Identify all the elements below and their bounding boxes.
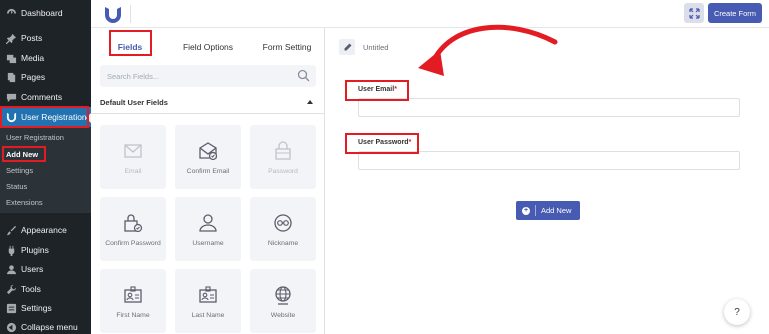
field-card-confirm-email[interactable]: Confirm Email [175,125,241,189]
user-email-input[interactable] [358,98,740,117]
form-title[interactable]: Untitled [363,43,388,52]
help-button[interactable]: ? [724,299,750,325]
field-card-username[interactable]: Username [175,197,241,261]
tab-field-options[interactable]: Field Options [173,36,243,58]
topbar-divider [130,5,131,23]
field-label: Email [124,167,142,175]
menu-item-posts[interactable]: Posts [0,28,91,48]
submenu-item-extensions[interactable]: Extensions [6,198,43,207]
users-icon [5,263,17,275]
user-icon [199,213,217,232]
highlight-fields-tab [109,30,152,56]
envelope-icon [124,143,142,158]
search-fields-input[interactable]: Search Fields... [100,65,316,87]
field-card-email[interactable]: Email [100,125,166,189]
menu-label: Appearance [21,225,67,235]
envelope-check-icon [199,141,218,160]
menu-item-collapse[interactable]: Collapse menu [0,317,91,334]
field-label: Website [270,311,296,319]
brush-icon [5,224,17,236]
menu-label: Dashboard [21,8,63,18]
media-icon [5,52,17,64]
pages-icon [5,71,17,83]
edit-title-button[interactable] [339,39,355,55]
menu-item-comments[interactable]: Comments [0,87,91,107]
menu-label: Settings [21,303,52,313]
menu-item-tools[interactable]: Tools [0,279,91,299]
menu-item-dashboard[interactable]: Dashboard [0,3,91,23]
menu-label: Users [21,264,44,274]
field-label: Password [268,167,298,175]
menu-label: Collapse menu [21,322,78,332]
menu-label: Comments [21,92,63,102]
menu-item-users[interactable]: Users [0,259,91,279]
section-title-default-user-fields: Default User Fields [100,98,168,107]
glasses-icon [274,213,292,232]
submenu-item-user-registration[interactable]: User Registration [6,133,64,142]
pencil-icon [344,43,351,50]
search-placeholder: Search Fields... [107,72,160,81]
field-label: Nickname [267,239,299,247]
submenu-item-settings[interactable]: Settings [6,166,33,175]
submenu-item-status[interactable]: Status [6,182,27,191]
wp-admin-sidebar: Dashboard Posts Media Pages Comments Use… [0,0,91,334]
fullscreen-button[interactable] [684,3,704,23]
id-card-icon [199,285,217,303]
plug-icon [5,244,17,256]
create-form-button[interactable]: Create Form [708,3,762,23]
highlight-user-password-label [345,133,419,154]
id-card-icon [124,285,142,303]
comment-icon [5,91,17,103]
button-separator [535,205,536,216]
add-new-row-button[interactable]: + Add New [516,201,580,220]
menu-item-plugins[interactable]: Plugins [0,240,91,260]
menu-label: Plugins [21,245,49,255]
menu-label: Tools [21,284,41,294]
search-icon [297,69,310,82]
plus-icon: + [522,206,530,215]
settings-icon [5,302,17,314]
field-label: Last Name [191,311,225,319]
field-label: Username [192,239,224,247]
menu-item-settings[interactable]: Settings [0,298,91,318]
lock-icon [275,140,291,160]
dashboard-icon [5,7,17,19]
tab-form-setting[interactable]: Form Setting [251,36,323,58]
add-new-label: Add New [541,206,572,215]
field-card-last-name[interactable]: Last Name [175,269,241,333]
lock-check-icon [124,213,143,232]
menu-item-media[interactable]: Media [0,48,91,68]
field-card-confirm-password[interactable]: Confirm Password [100,197,166,261]
collapse-icon [5,321,17,333]
field-card-first-name[interactable]: First Name [100,269,166,333]
user-registration-submenu: User Registration Add New Settings Statu… [0,127,91,213]
menu-label: Media [21,53,45,63]
annotation-arrow [418,24,558,76]
menu-label: Posts [21,33,43,43]
highlight-add-new-submenu [2,146,46,162]
field-card-password[interactable]: Password [250,125,316,189]
pin-icon [5,32,17,44]
field-label: Confirm Password [105,239,161,247]
field-card-website[interactable]: Website [250,269,316,333]
menu-item-pages[interactable]: Pages [0,67,91,87]
globe-icon [275,285,291,305]
fullscreen-icon [688,7,700,19]
menu-item-appearance[interactable]: Appearance [0,220,91,240]
field-label: Confirm Email [186,167,230,175]
menu-label: Pages [21,72,46,82]
wrench-icon [5,283,17,295]
fields-panel: Fields Field Options Form Setting Search… [91,28,325,334]
section-divider [91,113,325,114]
user-registration-logo [105,7,121,23]
field-label: First Name [116,311,150,319]
highlight-user-registration-menu [0,106,89,128]
field-card-nickname[interactable]: Nickname [250,197,316,261]
chevron-up-icon[interactable] [307,100,313,104]
